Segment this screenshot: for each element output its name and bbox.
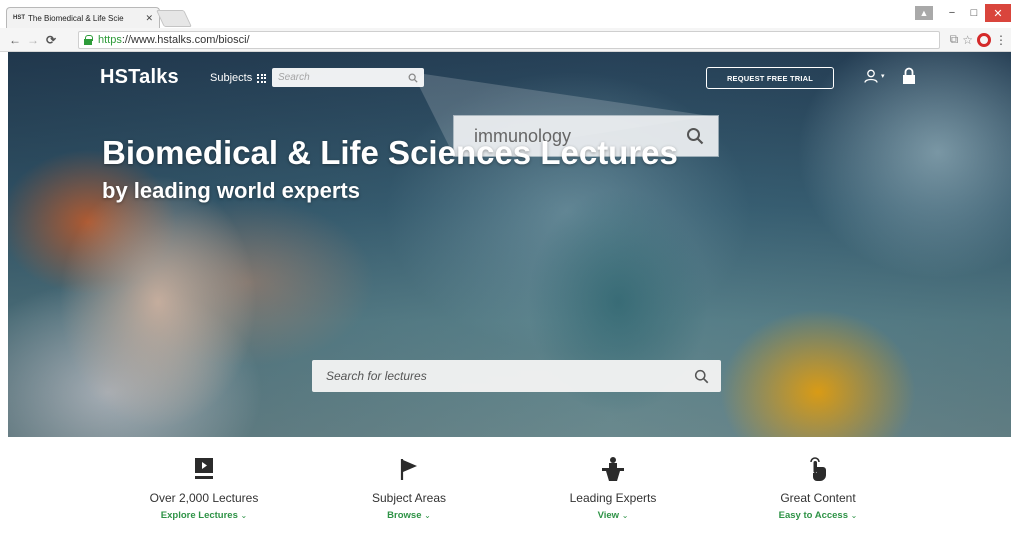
tap-hand-icon <box>810 457 826 481</box>
lecture-search-placeholder: Search for lectures <box>326 369 427 383</box>
feature-title: Subject Areas <box>371 491 447 505</box>
back-arrow-icon[interactable]: ← <box>6 33 24 47</box>
grid-icon <box>257 73 267 83</box>
feature-title: Over 2,000 Lectures <box>149 491 259 505</box>
bookmark-star-icon[interactable]: ☆ <box>962 33 973 47</box>
feature-lectures: Over 2,000 Lectures Explore Lectures ⌄ <box>114 455 294 521</box>
speaker-podium-icon <box>602 457 624 481</box>
tab-title: The Biomedical & Life Scie <box>28 13 124 23</box>
feature-title: Leading Experts <box>569 491 657 505</box>
chevron-down-icon: ⌄ <box>621 511 629 520</box>
browser-tab[interactable]: HST The Biomedical & Life Scie ✕ <box>6 7 160 28</box>
window-controls: ▲ − □ ✕ <box>915 4 1011 22</box>
feature-subjects: Subject Areas Browse ⌄ <box>319 455 499 521</box>
chevron-down-icon: ⌄ <box>240 511 248 520</box>
chevron-down-icon: ⌄ <box>424 511 431 520</box>
hero-title: Biomedical & Life Sciences Lectures <box>102 134 678 171</box>
chevron-down-icon: ⌄ <box>850 511 858 520</box>
account-menu[interactable]: ▾ <box>864 69 885 83</box>
toolbar-right-icons: ⧉ ☆ ⋮ <box>950 32 1007 47</box>
padlock-icon[interactable] <box>902 67 916 85</box>
browse-link[interactable]: Browse ⌄ <box>319 510 499 521</box>
minimize-button[interactable]: − <box>941 4 963 22</box>
site-favicon-icon: HST <box>13 15 25 21</box>
forward-arrow-icon[interactable]: → <box>24 33 42 47</box>
menu-dots-icon[interactable]: ⋮ <box>995 33 1007 47</box>
request-free-trial-button[interactable]: REQUEST FREE TRIAL <box>706 67 834 89</box>
reload-icon[interactable]: ⟳ <box>42 33 60 47</box>
url-scheme: https <box>98 34 122 46</box>
translate-icon[interactable]: ⧉ <box>950 32 959 47</box>
new-tab-button[interactable] <box>156 10 192 27</box>
header-search-input[interactable]: Search <box>272 68 424 87</box>
browser-tab-strip: HST The Biomedical & Life Scie ✕ ▲ − □ ✕ <box>0 0 1011 28</box>
lecture-search-input[interactable]: Search for lectures <box>312 360 721 392</box>
search-icon[interactable] <box>694 369 709 384</box>
feature-content: Great Content Easy to Access ⌄ <box>728 455 908 521</box>
browser-toolbar: ← → ⟳ https://www.hstalks.com/biosci/ ⧉ … <box>0 28 1011 52</box>
feature-title: Great Content <box>780 491 856 505</box>
address-bar[interactable]: https://www.hstalks.com/biosci/ <box>78 31 940 49</box>
profile-icon[interactable]: ▲ <box>915 6 933 20</box>
close-window-button[interactable]: ✕ <box>985 4 1011 22</box>
header-search-placeholder: Search <box>278 72 310 83</box>
hero-subtitle: by leading world experts <box>102 178 360 203</box>
account-caret: ▾ <box>881 73 885 80</box>
subjects-menu[interactable]: Subjects <box>210 72 267 84</box>
hero-banner: HSTalks Subjects Search REQUEST FREE TRI… <box>8 52 1011 437</box>
url-path: ://www.hstalks.com/biosci/ <box>121 34 250 46</box>
search-icon <box>687 128 704 145</box>
view-experts-link[interactable]: View ⌄ <box>523 510 703 521</box>
search-icon[interactable] <box>408 73 418 83</box>
opera-extension-icon[interactable] <box>977 32 991 47</box>
easy-access-link[interactable]: Easy to Access ⌄ <box>728 510 908 521</box>
user-icon <box>864 69 878 83</box>
secure-lock-icon <box>83 35 93 45</box>
subjects-label: Subjects <box>210 72 253 84</box>
site-logo[interactable]: HSTalks <box>100 66 179 89</box>
tab-close-icon[interactable]: ✕ <box>145 13 153 24</box>
maximize-button[interactable]: □ <box>963 4 985 22</box>
explore-lectures-link[interactable]: Explore Lectures ⌄ <box>114 510 294 521</box>
video-icon <box>195 458 213 479</box>
flag-icon <box>400 459 417 480</box>
feature-experts: Leading Experts View ⌄ <box>523 455 703 521</box>
